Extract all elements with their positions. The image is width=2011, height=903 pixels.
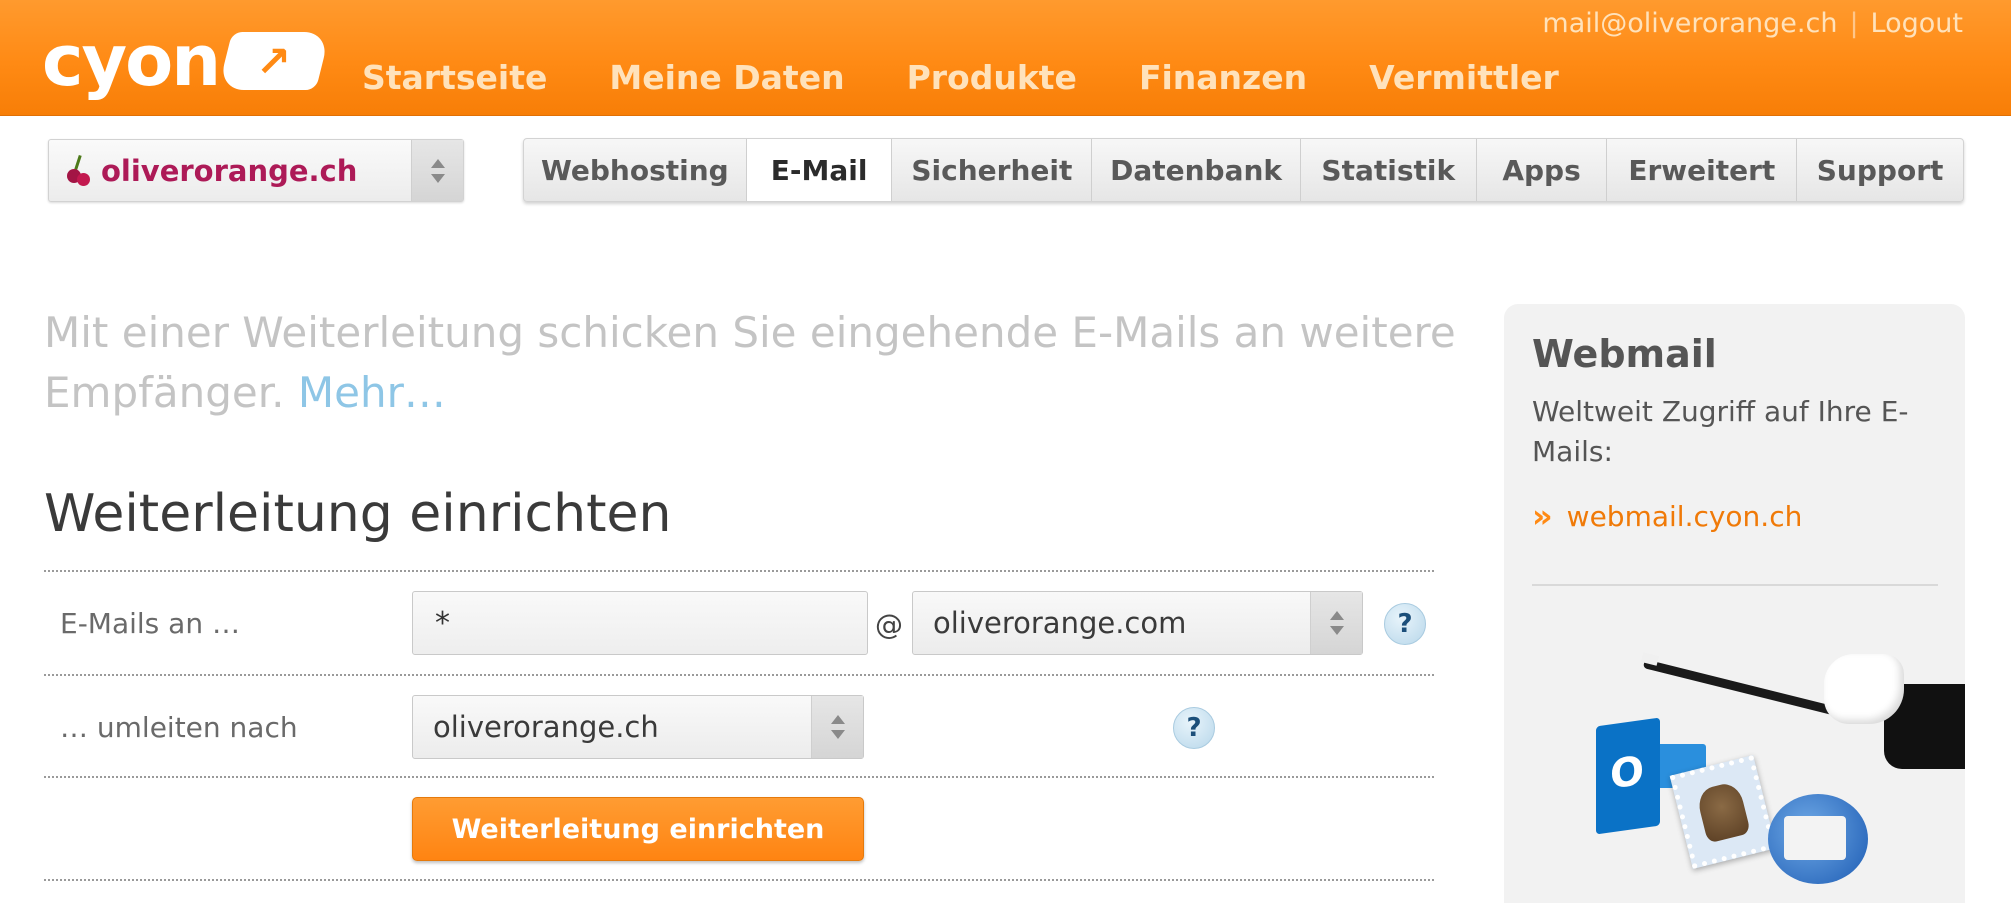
- outlook-icon: O: [1596, 717, 1660, 835]
- intro-description: Mit einer Weiterleitung schicken Sie ein…: [44, 308, 1456, 417]
- create-forwarding-button[interactable]: Weiterleitung einrichten: [412, 797, 864, 861]
- tab-support[interactable]: Support: [1797, 139, 1963, 201]
- thunderbird-envelope-icon: [1784, 816, 1846, 860]
- select-arrows-icon: [1310, 592, 1362, 654]
- logo-mark-glyph: ↗: [256, 36, 292, 86]
- sidebar-text: Weltweit Zugriff auf Ihre E-Mails:: [1532, 395, 1909, 468]
- at-sign: @: [875, 608, 903, 641]
- user-links: mail@oliverorange.ch | Logout: [1542, 8, 1963, 39]
- redirect-to-label: … umleiten nach: [60, 711, 298, 744]
- target-domain-select[interactable]: oliverorange.ch: [412, 695, 864, 759]
- double-arrow-icon: »: [1532, 497, 1552, 535]
- tab-email[interactable]: E-Mail: [746, 139, 893, 201]
- tab-apps[interactable]: Apps: [1477, 139, 1608, 201]
- domain-select-value: oliverorange.ch: [101, 153, 358, 188]
- tab-sicherheit[interactable]: Sicherheit: [892, 139, 1093, 201]
- help-icon[interactable]: ?: [1173, 707, 1215, 749]
- tab-erweitert[interactable]: Erweitert: [1607, 139, 1798, 201]
- divider: [44, 570, 1434, 572]
- domain-select[interactable]: oliverorange.ch: [48, 139, 464, 202]
- account-email-link[interactable]: mail@oliverorange.ch: [1542, 8, 1837, 39]
- webmail-sidebar: Webmail Weltweit Zugriff auf Ihre E-Mail…: [1504, 304, 1965, 903]
- nav-startseite[interactable]: Startseite: [362, 58, 547, 97]
- help-icon[interactable]: ?: [1384, 603, 1426, 645]
- top-header: cyon ↗ Startseite Meine Daten Produkte F…: [0, 0, 2011, 116]
- nav-produkte[interactable]: Produkte: [907, 58, 1077, 97]
- local-part-input[interactable]: *: [412, 591, 868, 655]
- intro-text: Mit einer Weiterleitung schicken Sie ein…: [44, 303, 1464, 423]
- webmail-link-text: webmail.cyon.ch: [1566, 499, 1803, 533]
- select-arrows-icon: [811, 696, 863, 758]
- select-arrows-icon: [411, 140, 463, 201]
- email-clients-illustration: O: [1594, 604, 1965, 903]
- webmail-link[interactable]: » webmail.cyon.ch: [1532, 497, 1802, 535]
- logo-arrow-icon: ↗: [217, 32, 331, 90]
- source-domain-value: oliverorange.com: [933, 606, 1187, 640]
- tab-statistik[interactable]: Statistik: [1301, 139, 1477, 201]
- sidebar-title: Webmail: [1532, 332, 1717, 376]
- outlook-letter: O: [1610, 747, 1645, 799]
- source-domain-select[interactable]: oliverorange.com: [912, 591, 1363, 655]
- tab-webhosting[interactable]: Webhosting: [524, 139, 747, 201]
- more-link[interactable]: Mehr…: [298, 368, 446, 417]
- divider: [44, 674, 1434, 676]
- cyon-logo[interactable]: cyon ↗: [42, 20, 331, 102]
- emails-to-label: E-Mails an …: [60, 607, 240, 640]
- nav-meine-daten[interactable]: Meine Daten: [609, 58, 844, 97]
- page-title: Weiterleitung einrichten: [44, 484, 672, 544]
- sidebar-divider: [1532, 584, 1938, 586]
- apple-mail-stamp-icon: [1669, 755, 1777, 869]
- cherry-icon: [65, 151, 99, 191]
- logo-text: cyon: [42, 20, 221, 102]
- product-tabs: Webhosting E-Mail Sicherheit Datenbank S…: [523, 138, 1964, 202]
- link-separator: |: [1849, 8, 1859, 39]
- logout-link[interactable]: Logout: [1871, 8, 1963, 39]
- main-navigation: Startseite Meine Daten Produkte Finanzen…: [362, 58, 1621, 97]
- nav-vermittler[interactable]: Vermittler: [1369, 58, 1559, 97]
- divider: [44, 879, 1434, 881]
- nav-finanzen[interactable]: Finanzen: [1139, 58, 1307, 97]
- target-domain-value: oliverorange.ch: [433, 710, 659, 744]
- white-glove-icon: [1824, 654, 1904, 724]
- tab-datenbank[interactable]: Datenbank: [1092, 139, 1301, 201]
- divider: [44, 776, 1434, 778]
